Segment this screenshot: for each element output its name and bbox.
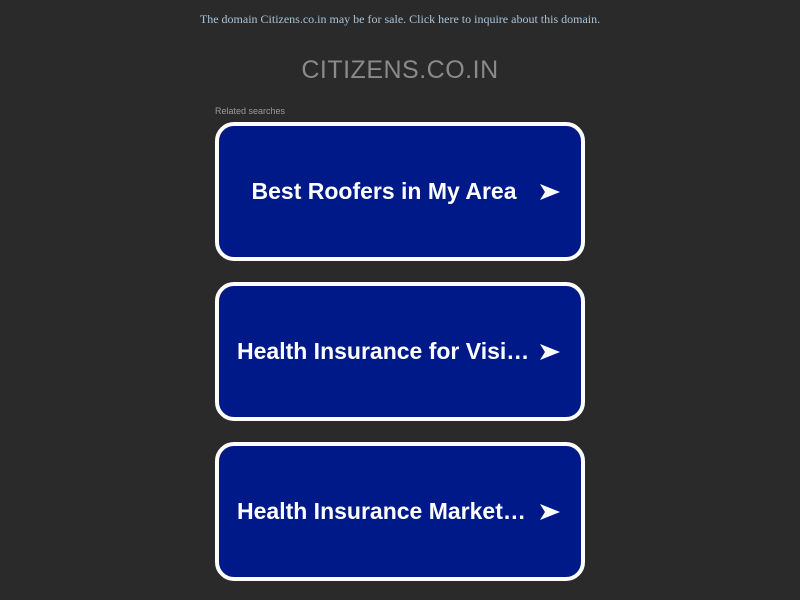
parked-domain-page: The domain Citizens.co.in may be for sal… — [0, 0, 800, 600]
domain-title: CITIZENS.CO.IN — [301, 56, 499, 84]
related-searches-list: Best Roofers in My Area Health Insurance… — [215, 122, 585, 600]
arrow-right-icon — [540, 343, 560, 360]
related-search-label: Best Roofers in My Area — [251, 178, 517, 204]
related-search-label: Health Insurance Marketplace — [237, 498, 531, 524]
related-search-link-health-insurance-visitors[interactable]: Health Insurance for Visitors — [215, 282, 585, 421]
arrow-right-icon — [540, 183, 560, 200]
arrow-right-icon — [540, 503, 560, 520]
related-search-link-best-roofers[interactable]: Best Roofers in My Area — [215, 122, 585, 261]
domain-sale-inquiry-link[interactable]: The domain Citizens.co.in may be for sal… — [0, 12, 800, 27]
related-search-label: Health Insurance for Visitors — [237, 338, 531, 364]
related-searches-label: Related searches — [215, 106, 286, 116]
related-search-link-health-insurance-marketplace[interactable]: Health Insurance Marketplace — [215, 442, 585, 581]
